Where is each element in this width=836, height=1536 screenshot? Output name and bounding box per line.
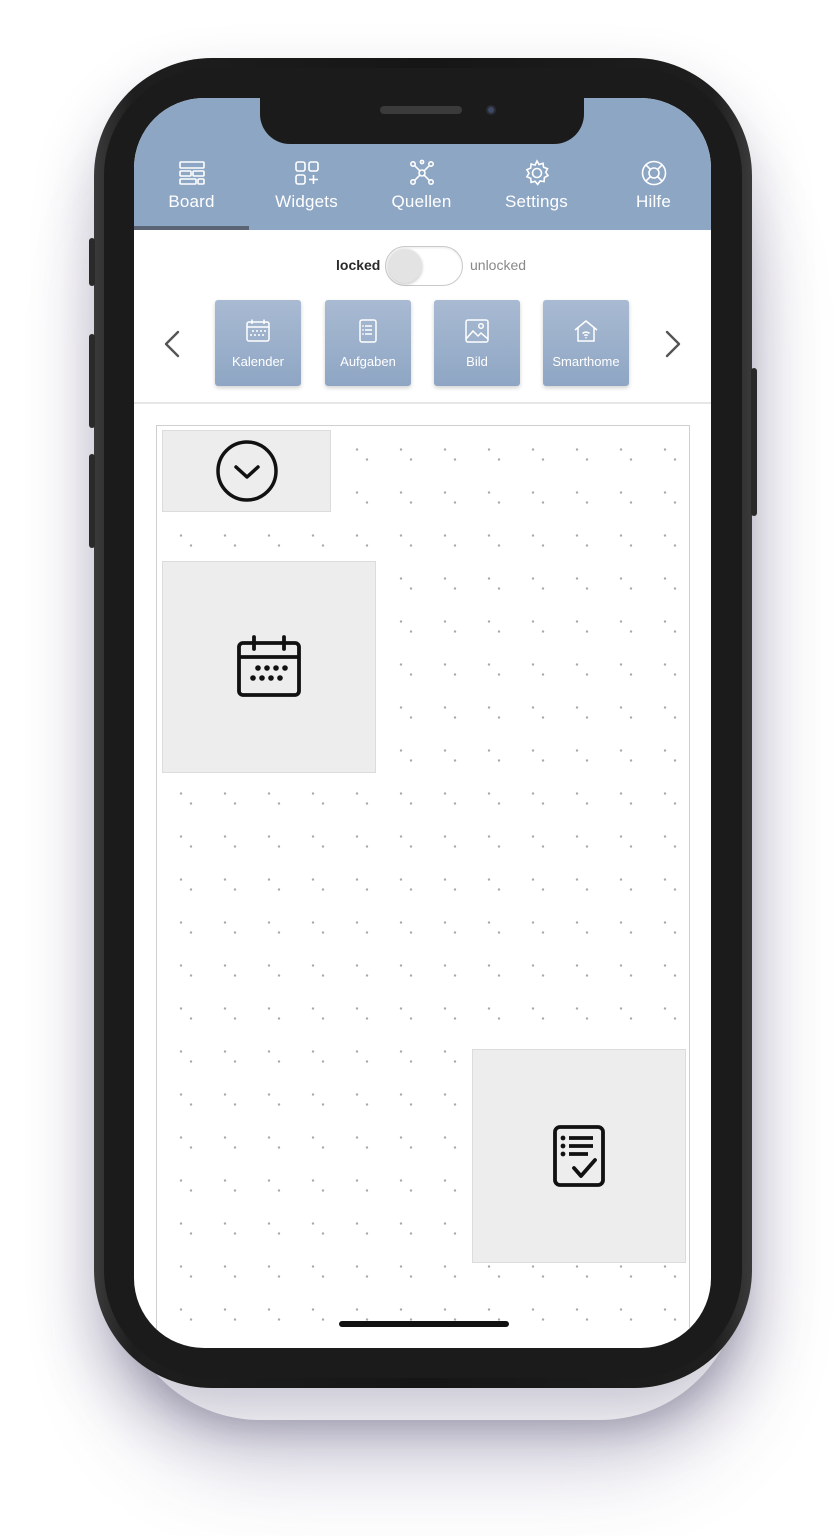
clock-widget[interactable] bbox=[162, 430, 331, 512]
widget-picker: Kalender Aufgaben Bild Smarthome bbox=[134, 298, 711, 390]
widget-tile-smarthome[interactable]: Smarthome bbox=[543, 300, 629, 386]
nav-item-widgets[interactable]: Widgets bbox=[249, 158, 364, 230]
earpiece-speaker bbox=[380, 106, 462, 114]
widget-tile-kalender[interactable]: Kalender bbox=[215, 300, 301, 386]
smarthome-icon bbox=[574, 320, 598, 342]
nav-label: Hilfe bbox=[635, 192, 671, 211]
lifebuoy-icon bbox=[641, 160, 666, 186]
nav-item-quellen[interactable]: Quellen bbox=[364, 158, 479, 230]
calendar-widget[interactable] bbox=[162, 561, 376, 773]
nav-item-hilfe[interactable]: Hilfe bbox=[596, 158, 711, 230]
toggle-knob bbox=[388, 249, 422, 283]
widget-tile-label: Smarthome bbox=[552, 354, 620, 369]
unlocked-label: unlocked bbox=[470, 257, 527, 273]
active-tab-indicator bbox=[134, 226, 249, 230]
widget-tile-label: Bild bbox=[466, 354, 488, 369]
calendar-icon bbox=[237, 635, 301, 697]
volume-up-button bbox=[89, 334, 95, 428]
nav-label: Widgets bbox=[275, 192, 338, 211]
widget-tile-label: Aufgaben bbox=[340, 354, 396, 369]
calendar-icon bbox=[246, 319, 270, 342]
widget-tile-label: Kalender bbox=[231, 354, 285, 369]
nav-item-board[interactable]: Board bbox=[134, 158, 249, 230]
nav-item-settings[interactable]: Settings bbox=[479, 158, 594, 230]
silent-switch bbox=[89, 238, 95, 286]
gear-icon bbox=[525, 159, 549, 186]
tasks-widget[interactable] bbox=[472, 1049, 686, 1263]
power-button bbox=[751, 368, 757, 516]
nav-label: Quellen bbox=[391, 192, 452, 211]
home-indicator[interactable] bbox=[339, 1321, 509, 1327]
dashboard-board[interactable] bbox=[156, 425, 690, 1348]
section-divider bbox=[134, 402, 711, 404]
app-screen: Board Widgets Quellen Settings Hilfe loc… bbox=[134, 98, 711, 1348]
sources-network-icon bbox=[409, 159, 434, 185]
task-checklist-icon bbox=[553, 1125, 605, 1187]
widget-tile-bild[interactable]: Bild bbox=[434, 300, 520, 386]
front-camera bbox=[482, 101, 500, 119]
nav-label: Settings bbox=[504, 192, 569, 211]
notch bbox=[260, 98, 584, 144]
board-icon bbox=[178, 161, 205, 185]
nav-label: Board bbox=[168, 192, 215, 211]
locked-label: locked bbox=[336, 257, 381, 273]
widgets-icon bbox=[294, 161, 319, 185]
task-list-icon bbox=[359, 319, 377, 343]
chevron-right-icon[interactable] bbox=[661, 326, 685, 362]
lock-toggle[interactable] bbox=[385, 246, 463, 286]
clock-icon bbox=[215, 440, 278, 502]
widget-tile-aufgaben[interactable]: Aufgaben bbox=[325, 300, 411, 386]
volume-down-button bbox=[89, 454, 95, 548]
image-icon bbox=[465, 319, 489, 343]
chevron-left-icon[interactable] bbox=[160, 326, 184, 362]
lock-toggle-row: locked unlocked bbox=[134, 243, 711, 287]
